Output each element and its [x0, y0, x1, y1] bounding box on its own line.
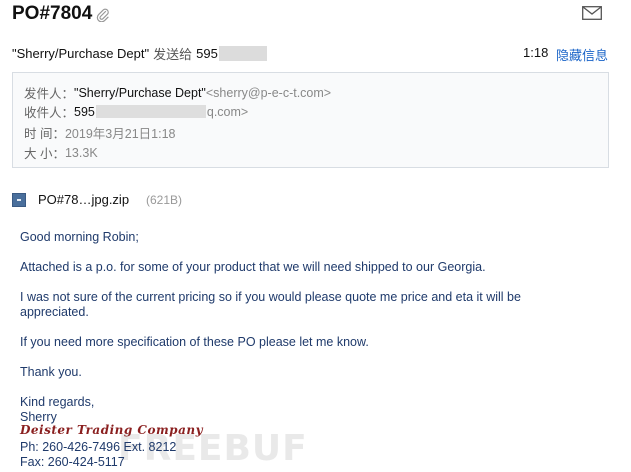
envelope-icon[interactable]	[582, 6, 602, 20]
redacted-email	[95, 105, 206, 118]
detail-time-row: 时 间： 2019年3月21日1:18	[24, 123, 175, 142]
sender-summary: "Sherry/Purchase Dept" 发送给 595	[12, 44, 267, 63]
zip-file-icon	[12, 193, 26, 207]
to-prefix[interactable]: 595	[74, 105, 95, 119]
sent-time: 1:18	[523, 45, 549, 60]
time-value: 2019年3月21日1:18	[64, 127, 176, 141]
body-paragraph-1: Attached is a p.o. for some of your prod…	[20, 260, 486, 274]
size-value: 13.3K	[64, 145, 98, 160]
from-name[interactable]: "Sherry/Purchase Dept"	[74, 86, 206, 100]
recipient-partial[interactable]: 595	[196, 46, 218, 61]
body-closing: Kind regards,	[20, 395, 95, 409]
body-paragraph-3: If you need more specification of these …	[20, 335, 369, 349]
redacted-recipient	[218, 46, 267, 61]
detail-from-row: 发件人： "Sherry/Purchase Dept" <sherry@p-e-…	[24, 83, 331, 102]
body-paragraph-2: I was not sure of the current pricing so…	[20, 290, 521, 319]
to-suffix: q.com>	[206, 104, 249, 119]
hide-info-link[interactable]: 隐藏信息	[556, 45, 608, 64]
time-label: 时 间：	[24, 127, 65, 141]
size-label: 大 小：	[24, 147, 65, 161]
attachment-name[interactable]: PO#78…jpg.zip	[38, 192, 129, 207]
signature-company: Deister Trading Company	[20, 423, 204, 437]
detail-to-row: 收件人： 595 q.com>	[24, 102, 248, 121]
body-greeting: Good morning Robin;	[20, 230, 139, 244]
signature-phone: Ph: 260-426-7496 Ext. 8212	[20, 440, 177, 454]
email-view: PO#7804 "Sherry/Purchase Dept" 发送给 595 1…	[0, 0, 631, 472]
to-label: 收件人：	[24, 106, 75, 120]
subject-text: PO#7804	[12, 3, 93, 24]
sender-name[interactable]: "Sherry/Purchase Dept"	[12, 46, 149, 61]
signature-fax: Fax: 260-424-5117	[20, 455, 125, 469]
details-panel: 发件人： "Sherry/Purchase Dept" <sherry@p-e-…	[12, 72, 609, 168]
email-subject: PO#7804	[12, 3, 110, 25]
body-thanks: Thank you.	[20, 365, 82, 379]
from-email[interactable]: <sherry@p-e-c-t.com>	[206, 86, 331, 100]
from-label: 发件人：	[24, 87, 75, 101]
paperclip-icon	[97, 8, 110, 22]
detail-size-row: 大 小： 13.3K	[24, 143, 98, 162]
attachment-size: (621B)	[146, 193, 183, 207]
sent-to-label: 发送给	[153, 47, 193, 62]
